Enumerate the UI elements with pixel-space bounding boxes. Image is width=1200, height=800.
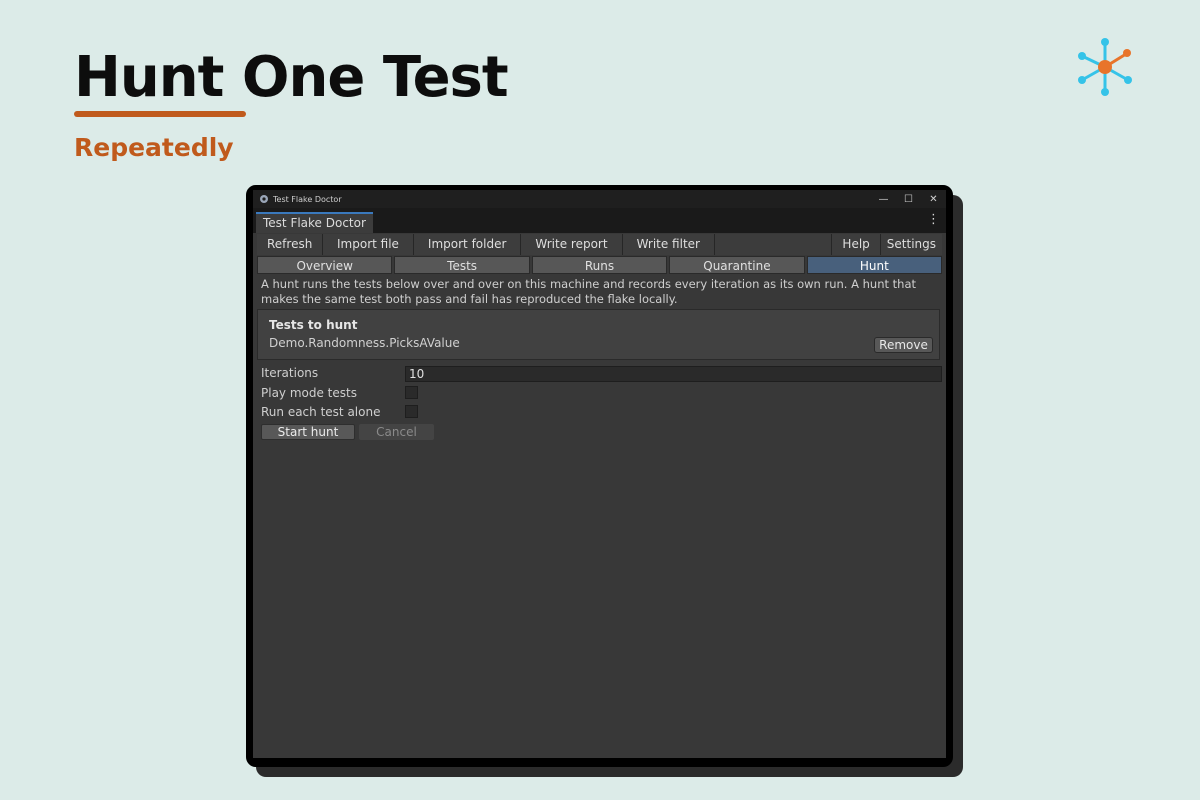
view-tabs: Overview Tests Runs Quarantine Hunt (257, 256, 943, 274)
app-icon (260, 195, 268, 203)
import-file-button[interactable]: Import file (323, 234, 414, 255)
hunt-test-item: Demo.Randomness.PicksAValue (269, 336, 460, 350)
run-alone-checkbox[interactable] (405, 405, 418, 418)
toolbar-spacer (714, 234, 833, 255)
settings-button[interactable]: Settings (880, 234, 942, 255)
document-tab-strip: Test Flake Doctor ⋮ (253, 208, 946, 233)
tab-tests[interactable]: Tests (394, 256, 530, 274)
app-window: Test Flake Doctor — ☐ ✕ Test Flake Docto… (246, 185, 953, 767)
close-icon[interactable]: ✕ (921, 194, 946, 205)
title-underline (74, 111, 246, 117)
remove-button[interactable]: Remove (874, 337, 933, 353)
iterations-field[interactable]: 10 (405, 366, 942, 382)
write-report-button[interactable]: Write report (521, 234, 623, 255)
hunt-description: A hunt runs the tests below over and ove… (261, 277, 917, 306)
refresh-button[interactable]: Refresh (257, 234, 323, 255)
minimize-icon[interactable]: — (871, 194, 896, 205)
maximize-icon[interactable]: ☐ (896, 194, 921, 205)
page-subtitle: Repeatedly (74, 133, 234, 162)
window-title: Test Flake Doctor (273, 194, 342, 204)
more-options-icon[interactable]: ⋮ (927, 213, 940, 227)
tab-test-flake-doctor[interactable]: Test Flake Doctor (256, 212, 373, 233)
tab-quarantine[interactable]: Quarantine (669, 256, 805, 274)
tab-runs[interactable]: Runs (531, 256, 668, 274)
tests-to-hunt-heading: Tests to hunt (269, 318, 358, 332)
network-logo-icon (1078, 38, 1132, 96)
import-folder-button[interactable]: Import folder (413, 234, 522, 255)
write-filter-button[interactable]: Write filter (622, 234, 715, 255)
tab-hunt[interactable]: Hunt (806, 256, 943, 274)
tests-to-hunt-panel: Tests to hunt Demo.Randomness.PicksAValu… (257, 309, 940, 360)
play-mode-checkbox[interactable] (405, 386, 418, 399)
title-bar[interactable]: Test Flake Doctor — ☐ ✕ (253, 190, 946, 208)
start-hunt-button[interactable]: Start hunt (261, 424, 355, 440)
run-alone-label: Run each test alone (261, 405, 381, 419)
toolbar: Refresh Import file Import folder Write … (257, 234, 942, 255)
cancel-button[interactable]: Cancel (359, 424, 434, 440)
help-button[interactable]: Help (832, 234, 881, 255)
iterations-label: Iterations (261, 366, 319, 380)
page-title: Hunt One Test (74, 45, 509, 110)
play-mode-label: Play mode tests (261, 386, 357, 400)
tab-overview[interactable]: Overview (257, 256, 393, 274)
window-content: Test Flake Doctor — ☐ ✕ Test Flake Docto… (253, 190, 946, 758)
